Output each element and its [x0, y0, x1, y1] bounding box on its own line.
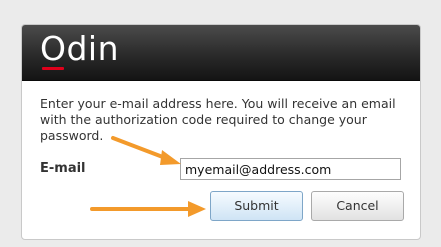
arrow-to-submit-button	[90, 201, 206, 217]
annotation-arrows	[90, 136, 206, 217]
arrow-to-email-input	[111, 136, 181, 165]
